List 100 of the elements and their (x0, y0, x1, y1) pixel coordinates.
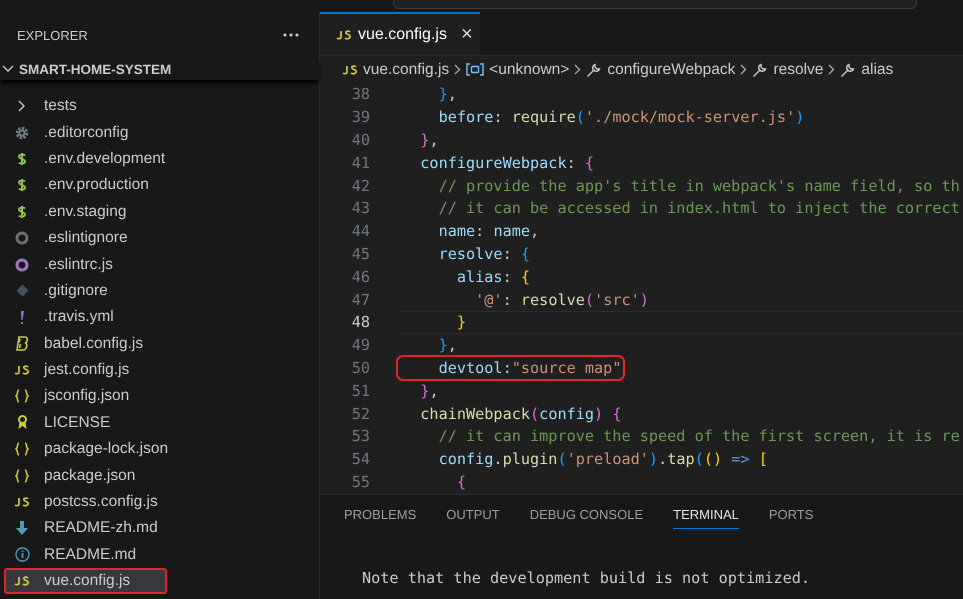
file-item[interactable]: package.json (0, 462, 319, 489)
line-number: 40 (350, 130, 371, 149)
line-number: 49 (350, 336, 371, 354)
code-line: alias: { (456, 268, 530, 286)
line-number: 38 (350, 85, 371, 104)
code-line: }, (438, 85, 457, 104)
info-icon (14, 547, 30, 562)
file-item[interactable]: .env.development (0, 146, 319, 172)
tab-label[interactable]: vue.config.js (358, 26, 447, 44)
ring-icon (15, 258, 29, 272)
breadcrumb-item[interactable]: <unknown> (489, 60, 570, 78)
wrench-icon (752, 62, 768, 78)
braces-icon (15, 442, 29, 456)
code-line: }, (419, 382, 439, 400)
braces-icon (15, 389, 29, 404)
js-icon (336, 30, 352, 40)
line-number: 52 (350, 404, 371, 423)
file-item[interactable]: .travis.yml (0, 304, 319, 331)
line-number: 48 (350, 313, 371, 332)
js-icon (342, 64, 358, 74)
breadcrumb-item[interactable]: alias (861, 60, 894, 78)
chevron-right-icon (18, 100, 26, 112)
code-line: }, (438, 336, 457, 354)
dollar-icon (17, 150, 27, 167)
line-number: 53 (350, 427, 371, 446)
terminal-line: Note that the development build is not optimized. (362, 569, 812, 587)
code-line: configureWebpack: { (419, 154, 594, 172)
file-item[interactable]: .editorconfig (0, 119, 319, 146)
file-item[interactable]: postcss.config.js (0, 488, 319, 516)
close-button[interactable]: × (460, 23, 473, 46)
chevron-right-icon (740, 64, 748, 75)
explorer-title: EXPLORER (17, 28, 88, 42)
file-item[interactable]: LICENSE (0, 410, 319, 436)
b-letter-icon (16, 336, 28, 352)
line-number: 54 (350, 450, 371, 468)
breadcrumb-item[interactable]: resolve (773, 60, 824, 78)
code-line: }, (419, 130, 439, 149)
wrench-icon (840, 62, 856, 78)
file-item[interactable]: vue.config.js (4, 568, 167, 594)
file-item[interactable]: .eslintignore (0, 224, 319, 252)
file-item[interactable]: tests (0, 93, 319, 120)
js-icon (14, 576, 30, 586)
line-number: 46 (350, 268, 371, 286)
code-line: config.plugin('preload').tap(() => [ (438, 450, 768, 468)
editor-tab[interactable]: vue.config.js × (320, 12, 480, 55)
project-title[interactable]: SMART-HOME-SYSTEM (19, 62, 172, 76)
line-number: 44 (350, 222, 371, 240)
chevron-right-icon (828, 64, 836, 75)
breadcrumb-item[interactable]: configureWebpack (607, 60, 736, 78)
code-line: name: name, (438, 222, 540, 240)
chevron-right-icon (574, 64, 582, 75)
file-item[interactable]: .gitignore (0, 278, 319, 304)
dollar-icon (17, 177, 27, 194)
code-line: resolve: { (438, 244, 530, 263)
line-number: 55 (350, 472, 371, 491)
breadcrumb-item[interactable]: vue.config.js (363, 60, 450, 78)
code-line: before: require('./mock/mock-server.js') (438, 108, 804, 126)
code-line: } (456, 313, 466, 332)
code-line: chainWebpack(config) { (419, 404, 622, 423)
line-number: 47 (350, 290, 371, 309)
diamond-icon (16, 284, 28, 298)
line-number: 45 (350, 244, 371, 263)
file-item[interactable]: jest.config.js (0, 356, 319, 384)
js-icon (14, 365, 30, 376)
chevron-down-icon[interactable] (2, 65, 14, 73)
line-number: 41 (350, 154, 371, 172)
panel-tab[interactable]: DEBUG CONSOLE (530, 507, 644, 529)
exclamation-icon (19, 310, 25, 325)
braces-icon (15, 468, 29, 483)
gear-icon (15, 126, 29, 140)
line-number: 39 (350, 108, 371, 126)
line-number: 50 (350, 358, 371, 377)
ribbon-icon (16, 415, 28, 430)
more-icon[interactable] (283, 33, 299, 37)
file-item[interactable]: .env.production (0, 172, 319, 199)
variable-icon (466, 63, 484, 76)
chevron-right-icon (454, 64, 462, 75)
file-item[interactable]: .eslintrc.js (0, 251, 319, 278)
code-line: '@': resolve('src') (474, 290, 649, 309)
panel-tab[interactable]: OUTPUT (446, 507, 500, 529)
file-item[interactable]: README.md (0, 542, 319, 568)
file-item[interactable]: babel.config.js (0, 330, 319, 357)
code-line: { (456, 472, 466, 491)
line-number: 43 (350, 199, 371, 218)
code-line: // it can improve the speed of the first screen, it is re (438, 427, 960, 446)
line-number: 42 (350, 176, 371, 195)
code-line: // provide the app's title in webpack's name field, so th (438, 176, 960, 195)
code-line: // it can be accessed in index.html to inject the correct (438, 199, 960, 218)
panel-tab[interactable]: PORTS (768, 507, 814, 529)
file-item[interactable]: README-zh.md (0, 515, 319, 542)
ring-icon (15, 231, 29, 246)
panel-tab[interactable]: TERMINAL (673, 507, 739, 529)
file-item[interactable]: package-lock.json (0, 436, 319, 462)
js-icon (14, 497, 30, 508)
file-item[interactable]: .env.staging (0, 198, 319, 225)
panel-tab[interactable]: PROBLEMS (344, 507, 416, 529)
dollar-icon (17, 204, 27, 220)
line-number: 51 (350, 382, 371, 400)
file-item[interactable]: jsconfig.json (0, 383, 319, 410)
wrench-icon (586, 62, 602, 78)
